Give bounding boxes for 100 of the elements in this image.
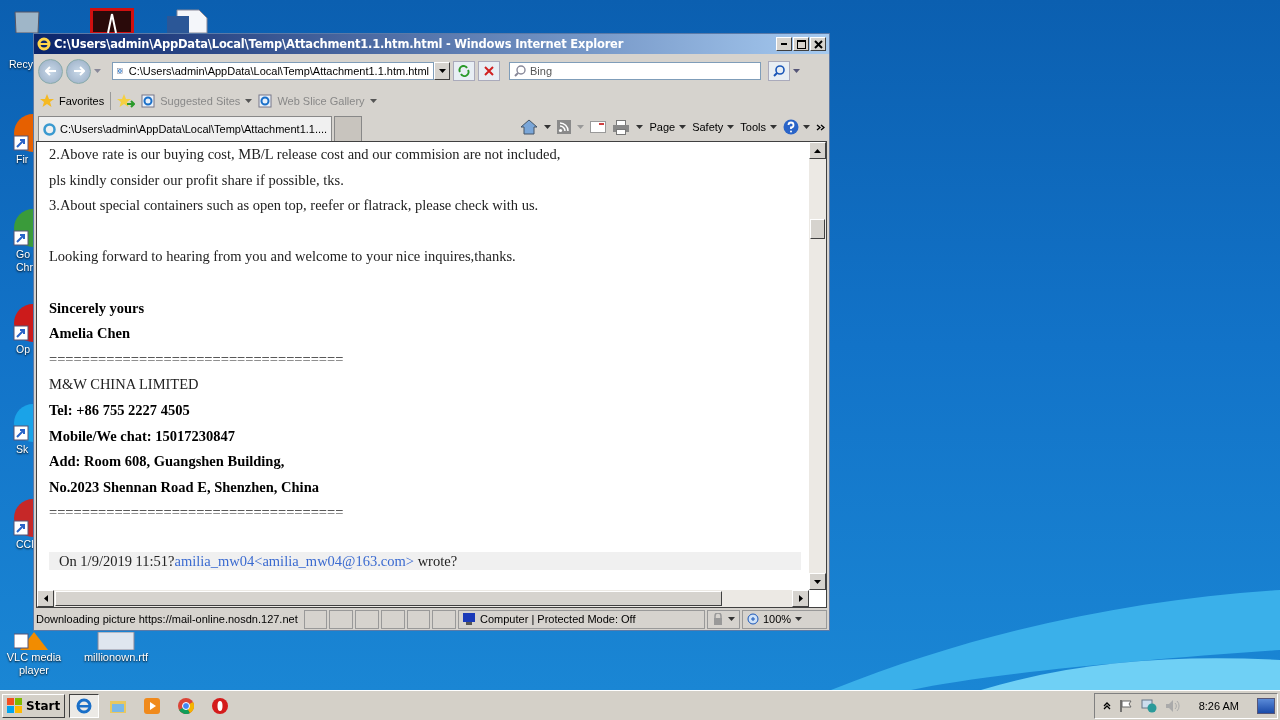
email-text: M&W CHINA LIMITED: [49, 375, 200, 395]
caret-icon: [803, 125, 810, 129]
signature-text: Tel: +86 755 2227 4505: [49, 400, 191, 420]
star-icon: [40, 93, 54, 108]
close-button[interactable]: [810, 37, 826, 51]
desktop-icon-label[interactable]: Fir: [16, 153, 29, 166]
desktop-icon-label[interactable]: Op: [16, 343, 30, 356]
lock-icon: [711, 613, 724, 625]
dropdown-button[interactable]: [434, 62, 450, 80]
status-panel: [303, 609, 328, 629]
menu-button[interactable]: Tools: [740, 121, 777, 133]
status-panel: [380, 609, 405, 629]
zoom-icon: [746, 613, 759, 625]
shortcut-icon[interactable]: [12, 497, 33, 537]
minimize-button[interactable]: [776, 37, 792, 51]
caret-icon: [770, 125, 777, 129]
caret-icon: [727, 125, 735, 129]
help-button[interactable]: [783, 119, 810, 135]
shortcut-icon[interactable]: [12, 402, 33, 442]
page-icon: [141, 93, 156, 108]
stop-button[interactable]: [478, 61, 500, 81]
browser-icon: [178, 697, 195, 714]
security-button[interactable]: [706, 609, 740, 629]
status-text: Downloading picture https://mail-online.nosdn.127.net: [36, 613, 299, 625]
home-icon[interactable]: [520, 119, 539, 135]
down-arrow-icon: [814, 579, 821, 584]
horizontal-scrollbar[interactable]: [37, 590, 809, 607]
chevron-icon[interactable]: [816, 123, 825, 131]
close-icon: [813, 39, 823, 49]
quote-text: wrote?: [416, 552, 458, 569]
loading-icon: [43, 122, 56, 136]
shortcut-icon[interactable]: [12, 207, 33, 247]
search-icon: [514, 65, 526, 77]
status-panel: [355, 609, 379, 629]
minimize-icon: [781, 43, 787, 45]
clock[interactable]: 8:26 AM: [1188, 699, 1249, 712]
desktop-icon-label[interactable]: Recy: [9, 58, 33, 71]
document-icon[interactable]: [165, 8, 209, 33]
status-panel: [329, 609, 354, 629]
signature-text: Sincerely yours: [49, 298, 146, 318]
forward-arrow-icon: [72, 66, 85, 76]
scroll-thumb[interactable]: [55, 591, 722, 606]
show-hidden-icons-icon[interactable]: [1102, 701, 1111, 710]
email-text: ====================================: [49, 349, 345, 369]
signature-text: Add: Room 608, Guangshen Building,: [49, 452, 286, 472]
zoom-button[interactable]: 100%: [741, 609, 827, 629]
browser-tab[interactable]: C:\Users\admin\AppData\Local\Temp\Attachment1.1....: [38, 116, 333, 141]
menu-button[interactable]: Page: [649, 121, 687, 133]
desktop-icon-label[interactable]: Go Chr: [16, 248, 33, 274]
caret-icon: [438, 69, 446, 73]
caret-icon: [679, 125, 687, 129]
menu-button[interactable]: Safety: [692, 121, 735, 133]
caret-icon[interactable]: [793, 69, 800, 73]
back-arrow-icon: [44, 66, 57, 76]
computer-icon: [462, 613, 477, 625]
print-icon[interactable]: [612, 119, 631, 135]
up-arrow-icon: [814, 148, 821, 153]
document-icon[interactable]: [90, 8, 134, 33]
signature-text: Amelia Chen: [49, 324, 131, 344]
shortcut-icon[interactable]: [12, 302, 33, 342]
browser-icon: [75, 696, 94, 715]
scroll-thumb[interactable]: [810, 219, 825, 239]
desktop-icon-label[interactable]: millionown.rtf: [83, 651, 149, 664]
zone-status: Computer | Protected Mode: Off: [458, 609, 705, 629]
refresh-icon: [458, 65, 470, 77]
desktop-icon-label[interactable]: CCl: [16, 538, 34, 551]
close-icon: [484, 66, 494, 76]
search-field[interactable]: Bing: [509, 62, 761, 80]
left-arrow-icon: [43, 595, 48, 602]
caret-icon[interactable]: [636, 125, 644, 129]
flag-icon[interactable]: [1118, 698, 1133, 713]
address-field[interactable]: C:\Users\admin\AppData\Local\Temp\Attachment1.1.htm.html: [112, 62, 434, 80]
maximize-icon: [796, 39, 806, 49]
desktop-icon-label[interactable]: Sk: [16, 443, 29, 456]
signature-text: No.2023 Shennan Road E, Shenzhen, China: [49, 477, 320, 497]
vertical-scrollbar[interactable]: [809, 142, 826, 590]
status-panel: [406, 609, 431, 629]
taskbar-app-button[interactable]: [69, 693, 100, 718]
desktop-icon-label[interactable]: VLC media player: [6, 651, 62, 677]
mail-icon[interactable]: [590, 121, 607, 133]
signature-text: Mobile/We chat: 15017230847: [49, 426, 237, 446]
caret-icon[interactable]: [544, 125, 552, 129]
quote-text: On 1/9/2019 11:51?: [59, 552, 175, 569]
caret-icon: [245, 98, 253, 103]
browser-icon: [212, 697, 229, 714]
caret-icon: [369, 98, 377, 103]
favorites-button[interactable]: Favorites: [40, 93, 105, 108]
email-link[interactable]: amilia_mw04<amilia_mw04@163.com>: [174, 552, 414, 569]
search-button[interactable]: [768, 61, 790, 81]
maximize-button[interactable]: [793, 37, 809, 51]
help-icon: [783, 119, 799, 135]
email-text: pls kindly consider our profit share if possible, tks.: [49, 170, 345, 190]
feed-icon[interactable]: [557, 120, 572, 134]
status-panel: [432, 609, 457, 629]
email-text: 2.Above rate is our buying cost, MB/L release cost and our commision are not included,: [49, 145, 562, 164]
start-button[interactable]: Start: [2, 693, 66, 718]
show-desktop-button[interactable]: [1257, 697, 1275, 714]
caret-icon: [795, 617, 803, 621]
windows-logo-icon: [7, 697, 23, 714]
shortcut-icon[interactable]: [12, 112, 33, 152]
